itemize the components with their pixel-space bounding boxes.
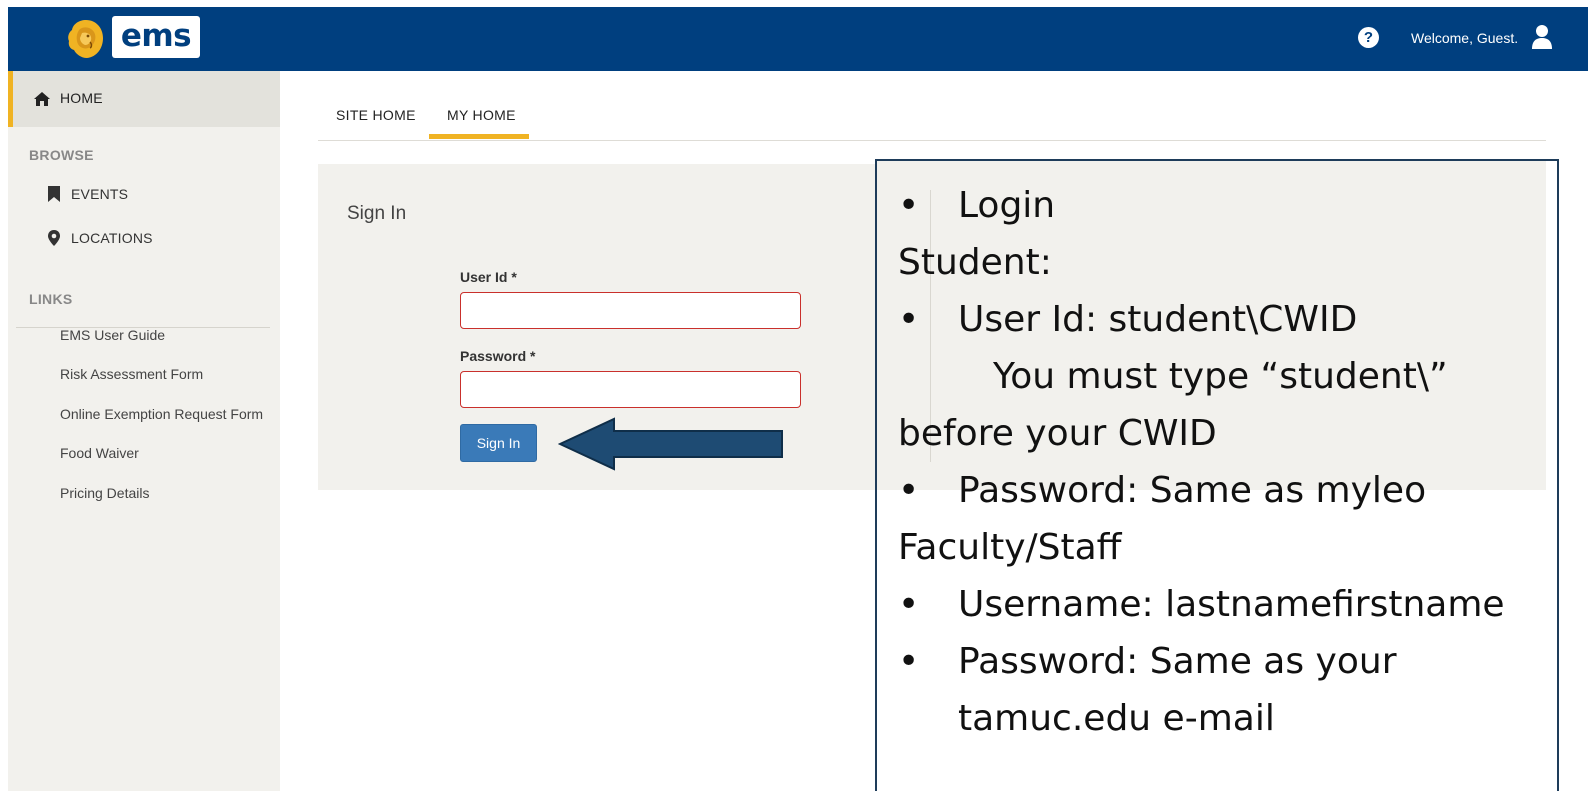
link-food-waiver[interactable]: Food Waiver (60, 445, 139, 461)
user-id-label: User Id * (460, 269, 517, 285)
ems-logo[interactable]: ems (112, 16, 200, 58)
link-ems-user-guide[interactable]: EMS User Guide (60, 327, 165, 343)
sidebar-item-events-label: EVENTS (71, 186, 129, 202)
link-risk-assessment-form[interactable]: Risk Assessment Form (60, 366, 203, 382)
user-id-input[interactable] (460, 292, 801, 329)
instruction-line-student: Student: (898, 242, 1052, 283)
active-tab-indicator (429, 134, 529, 139)
password-label: Password * (460, 348, 536, 364)
left-arrow-annotation (558, 417, 783, 471)
tabs-divider (318, 140, 1546, 141)
sidebar-item-home[interactable]: HOME (8, 71, 280, 127)
browse-heading: BROWSE (29, 147, 94, 163)
sign-in-title: Sign In (347, 203, 407, 224)
instruction-line-user-id: User Id: student\CWID (958, 299, 1358, 340)
top-navigation-bar: ems ? Welcome, Guest. (8, 7, 1588, 71)
instruction-bullet: • (898, 185, 920, 226)
password-input[interactable] (460, 371, 801, 408)
sidebar: HOME BROWSE EVENTS LOCATIONS LINKS EMS U… (8, 71, 280, 791)
link-pricing-details[interactable]: Pricing Details (60, 485, 149, 501)
bookmark-icon (48, 186, 60, 202)
user-icon[interactable] (1531, 24, 1553, 50)
ems-page: ems ? Welcome, Guest. HOME BROWSE EVENTS (8, 7, 1588, 791)
instruction-bullet: • (898, 470, 920, 511)
home-icon (34, 92, 50, 106)
instruction-line-tamuc-email: tamuc.edu e-mail (958, 698, 1275, 739)
tab-my-home[interactable]: MY HOME (447, 107, 516, 123)
links-heading: LINKS (29, 291, 73, 307)
instruction-line-student-password: Password: Same as myleo (958, 470, 1427, 511)
sign-in-button[interactable]: Sign In (460, 424, 537, 462)
link-online-exemption-request-form[interactable]: Online Exemption Request Form (60, 406, 263, 422)
help-icon[interactable]: ? (1358, 27, 1379, 48)
instruction-line-username: Username: lastnamefirstname (958, 584, 1505, 625)
instruction-line-faculty-staff: Faculty/Staff (898, 527, 1122, 568)
instruction-bullet: • (898, 584, 920, 625)
instruction-line-must-type: You must type “student\” (993, 356, 1448, 397)
lion-logo-icon[interactable] (66, 17, 106, 61)
sidebar-item-locations-label: LOCATIONS (71, 230, 153, 246)
instruction-bullet: • (898, 641, 920, 682)
instruction-line-login: Login (958, 185, 1056, 226)
instruction-line-before-cwid: before your CWID (898, 413, 1217, 454)
instruction-line-staff-password: Password: Same as your (958, 641, 1397, 682)
tab-site-home[interactable]: SITE HOME (336, 107, 416, 123)
sidebar-item-home-label: HOME (60, 90, 103, 106)
welcome-text[interactable]: Welcome, Guest. (1411, 29, 1518, 47)
map-marker-icon (48, 230, 60, 246)
instruction-bullet: • (898, 299, 920, 340)
